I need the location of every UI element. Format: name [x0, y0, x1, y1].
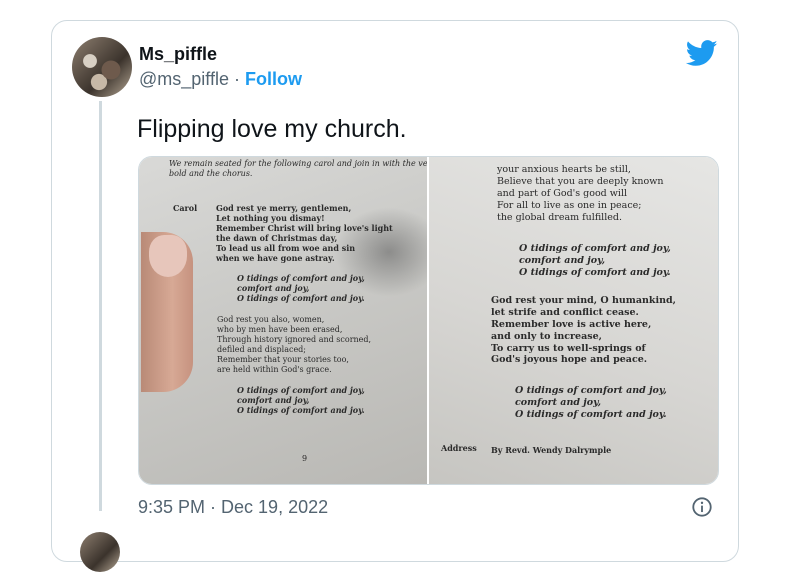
photo-right-address-label: Address [441, 443, 477, 453]
photo-right[interactable]: your anxious hearts be still, Believe th… [429, 157, 718, 484]
thumb-nail-image [149, 235, 187, 277]
display-name[interactable]: Ms_piffle [139, 44, 217, 65]
twitter-bird-icon[interactable] [686, 40, 718, 67]
follow-button[interactable]: Follow [245, 69, 302, 89]
photo-left-label: Carol [173, 203, 198, 213]
photo-left-verse2: God rest you also, women, who by men hav… [217, 315, 372, 374]
photo-right-chorus1: O tidings of comfort and joy, comfort an… [519, 243, 671, 278]
photo-right-verse3: God rest your mind, O humankind, let str… [491, 295, 676, 366]
photo-right-verse-top: your anxious hearts be still, Believe th… [497, 164, 664, 223]
timestamp[interactable]: 9:35 PM · Dec 19, 2022 [138, 497, 328, 518]
handle-row: @ms_piffle · Follow [139, 69, 302, 90]
reply-avatar[interactable] [80, 532, 120, 572]
thread-line [99, 101, 102, 511]
photo-left[interactable]: We remain seated for the following carol… [139, 157, 427, 484]
handle[interactable]: @ms_piffle [139, 69, 229, 89]
info-icon[interactable] [691, 496, 713, 518]
avatar[interactable] [72, 37, 132, 97]
photo-left-chorus1: O tidings of comfort and joy, comfort an… [237, 273, 365, 303]
tweet-text: Flipping love my church. [137, 115, 407, 143]
photo-left-verse1: God rest ye merry, gentlemen, Let nothin… [216, 203, 393, 263]
separator: · [234, 69, 240, 89]
tweet-media[interactable]: We remain seated for the following carol… [138, 156, 719, 485]
photo-right-chorus2: O tidings of comfort and joy, comfort an… [515, 385, 667, 420]
photo-left-chorus2: O tidings of comfort and joy, comfort an… [237, 385, 365, 415]
photo-left-intro: We remain seated for the following carol… [169, 159, 427, 178]
photo-right-address-text: By Revd. Wendy Dalrymple [491, 445, 612, 455]
photo-left-page-number: 9 [302, 454, 308, 463]
